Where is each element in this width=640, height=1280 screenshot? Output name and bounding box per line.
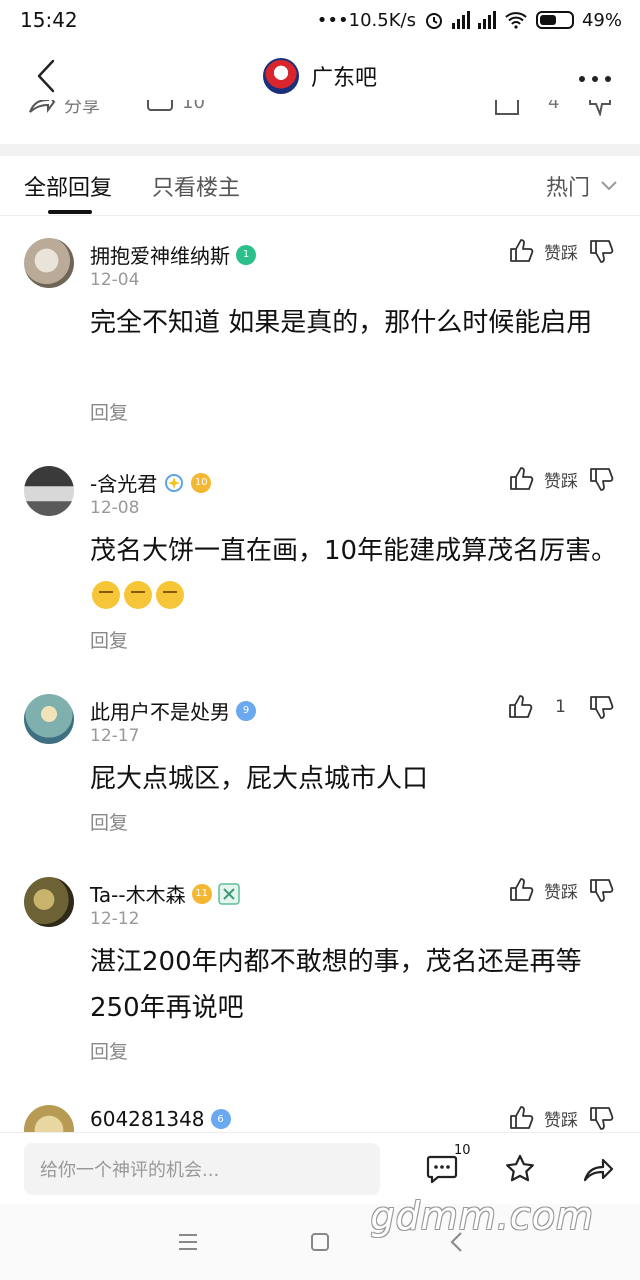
home-square-icon [311,1233,329,1251]
signal-icon [451,11,470,29]
comment-date: 12-08 [90,498,140,518]
level-badge: 1 [236,244,256,265]
comment-actions: 赞踩 [508,466,614,492]
active-tab-indicator [48,210,92,214]
sort-label: 热门 [545,176,590,201]
alarm-icon [425,13,442,29]
avatar[interactable] [24,238,74,288]
forum-title: 广东吧 [310,66,377,91]
chevron-left-icon [37,59,55,93]
forum-header[interactable]: 广东吧 [262,58,377,94]
comment-date: 12-12 [90,909,140,929]
avatar[interactable] [24,1105,74,1133]
favorite-button[interactable] [502,1151,538,1187]
fan-badge-icon [217,882,240,905]
star-icon [506,1154,534,1182]
thumb-up-icon[interactable] [494,100,522,116]
comment-date: 12-04 [90,270,140,290]
status-icons: •••10.5K/s 49% [317,10,622,31]
status-time: 15:42 [20,8,78,32]
thumb-down-icon[interactable] [588,694,614,720]
comment-username[interactable]: 604281348 6 [90,1107,231,1131]
watermark: gdmm.com [370,1194,594,1238]
comment-username[interactable]: 拥抱爱神维纳斯 1 [90,240,256,269]
share-arrow-icon [583,1158,614,1182]
sweat-emoji-icon [92,581,120,609]
home-button[interactable] [308,1230,332,1254]
comment-count-badge: 10 [454,1143,471,1158]
comment-text: 完全不知道 如果是真的，那什么时候能启用 [90,308,593,338]
wifi-icon [505,12,527,29]
thumb-down-icon[interactable] [588,238,614,264]
tab-op-only[interactable]: 只看楼主 [152,170,240,202]
level-badge: 9 [236,700,256,721]
thumb-down-icon[interactable] [588,1105,614,1131]
battery-icon [535,11,574,29]
reply-button[interactable]: 回复 [90,1037,128,1064]
forum-logo [262,58,299,94]
more-dots-icon [579,76,611,82]
comment-count: 10 [182,100,205,113]
reply-button[interactable]: 回复 [90,398,128,425]
like-label: 赞踩 [544,471,578,492]
avatar[interactable] [24,877,74,927]
share-label[interactable]: 分享 [64,100,100,118]
comment-text: 屁大点城区，屁大点城市人口 [90,764,429,794]
comment-text: 湛江200年内都不敢想的事，茂名还是再等250年再说吧 [90,947,582,1023]
comment-actions: 赞踩 [508,238,614,264]
thumb-down-icon[interactable] [588,877,614,903]
comment-text: 茂名大饼一直在画，10年能建成算茂名厉害。 [90,528,620,620]
comment-actions: 赞踩 [508,877,614,903]
comment-item: 604281348 6 赞踩 [0,1083,640,1133]
like-label: 赞踩 [544,882,578,903]
thumb-up-icon[interactable] [508,1105,534,1131]
like-count: 4 [548,100,560,113]
like-label: 赞踩 [544,1110,578,1131]
thumb-up-icon[interactable] [508,466,534,492]
chevron-down-icon [601,181,617,191]
comment-actions: 赞踩 [508,1105,614,1131]
sweat-emoji-icon [156,581,184,609]
reply-tabs: 全部回复 只看楼主 热门 [0,156,640,216]
share-button[interactable] [580,1151,616,1187]
comment-username[interactable]: 此用户不是处男 9 [90,696,256,725]
reply-button[interactable]: 回复 [90,808,128,835]
thumb-down-icon[interactable] [586,100,614,116]
like-count: 1 [555,697,566,717]
comment-date: 12-17 [90,726,140,746]
thumb-down-icon[interactable] [588,466,614,492]
comment-username[interactable]: Ta--木木森 11 [90,879,240,908]
level-badge: 11 [191,883,212,904]
comment-input[interactable]: 给你一个神评的机会... [24,1143,380,1195]
comment-username[interactable]: -含光君 10 [90,468,212,497]
battery-level: 49% [581,9,622,31]
sweat-emoji-icon [124,581,152,609]
tab-all-replies[interactable]: 全部回复 [24,170,112,202]
level-badge: 6 [210,1109,231,1129]
signal-icon-2 [477,11,496,29]
comment-actions: 1 [507,694,614,720]
post-action-row: 分享 10 4 [0,100,640,144]
menu-button[interactable] [176,1230,200,1254]
back-button[interactable] [26,56,66,96]
sort-dropdown[interactable]: 热门 [546,170,618,202]
section-divider [0,144,640,156]
thumb-up-icon[interactable] [507,694,533,720]
sparkle-icon [165,473,184,492]
menu-lines-icon [179,1234,197,1250]
avatar[interactable] [24,466,74,516]
status-bar: 15:42 •••10.5K/s 49% [0,0,640,40]
comment-bubble-icon [426,1155,458,1184]
reply-button[interactable]: 回复 [90,626,128,653]
network-speed: •••10.5K/s [316,9,416,31]
level-badge: 10 [191,472,212,493]
comment-icon[interactable] [146,100,174,116]
avatar[interactable] [24,694,74,744]
like-label: 赞踩 [544,243,578,264]
more-button[interactable] [578,64,612,84]
thumb-up-icon[interactable] [508,238,534,264]
share-icon[interactable] [28,100,56,116]
thumb-up-icon[interactable] [508,877,534,903]
